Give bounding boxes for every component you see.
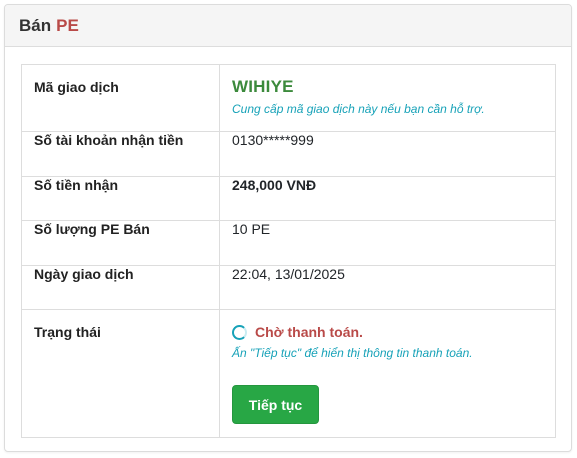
page-title-accent: PE xyxy=(56,15,79,35)
status-value: Chờ thanh toán. xyxy=(255,324,363,340)
status-cell: Chờ thanh toán. Ấn "Tiếp tục" để hiển th… xyxy=(219,309,556,438)
transaction-code-label: Mã giao dịch xyxy=(21,64,220,132)
date-label: Ngày giao dịch xyxy=(21,264,220,310)
receive-account-label: Số tài khoản nhận tiền xyxy=(21,131,220,177)
quantity-value: 10 PE xyxy=(219,220,556,266)
transaction-code-cell: WIHIYE Cung cấp mã giao dịch này nếu bạn… xyxy=(219,64,556,132)
card-header: Bán PE xyxy=(5,5,571,47)
page-title: Bán xyxy=(19,15,52,35)
transaction-code-value: WIHIYE xyxy=(232,77,294,96)
table-row: Mã giao dịch WIHIYE Cung cấp mã giao dịc… xyxy=(21,64,556,132)
date-value: 22:04, 13/01/2025 xyxy=(219,264,556,310)
status-hint: Ấn "Tiếp tục" để hiển thị thông tin than… xyxy=(232,346,473,360)
table-row: Số tài khoản nhận tiền 0130*****999 xyxy=(21,131,556,177)
amount-label: Số tiền nhận xyxy=(21,175,220,221)
quantity-label: Số lượng PE Bán xyxy=(21,220,220,266)
table-row: Số lượng PE Bán 10 PE xyxy=(21,220,556,266)
amount-value: 248,000 VNĐ xyxy=(219,175,556,221)
status-label: Trạng thái xyxy=(21,309,220,438)
transaction-details-table: Mã giao dịch WIHIYE Cung cấp mã giao dịc… xyxy=(21,64,556,438)
status-line: Chờ thanh toán. xyxy=(232,324,543,340)
table-row: Số tiền nhận 248,000 VNĐ xyxy=(21,175,556,221)
table-row: Ngày giao dịch 22:04, 13/01/2025 xyxy=(21,264,556,310)
loading-spinner-icon xyxy=(232,324,247,340)
sell-pe-card: Bán PE Mã giao dịch WIHIYE Cung cấp mã g… xyxy=(4,4,572,452)
receive-account-value: 0130*****999 xyxy=(219,131,556,177)
table-row: Trạng thái Chờ thanh toán. Ấn "Tiếp tục"… xyxy=(21,309,556,438)
continue-button[interactable]: Tiếp tục xyxy=(232,385,319,424)
transaction-code-hint: Cung cấp mã giao dịch này nếu bạn cần hỗ… xyxy=(232,102,485,116)
